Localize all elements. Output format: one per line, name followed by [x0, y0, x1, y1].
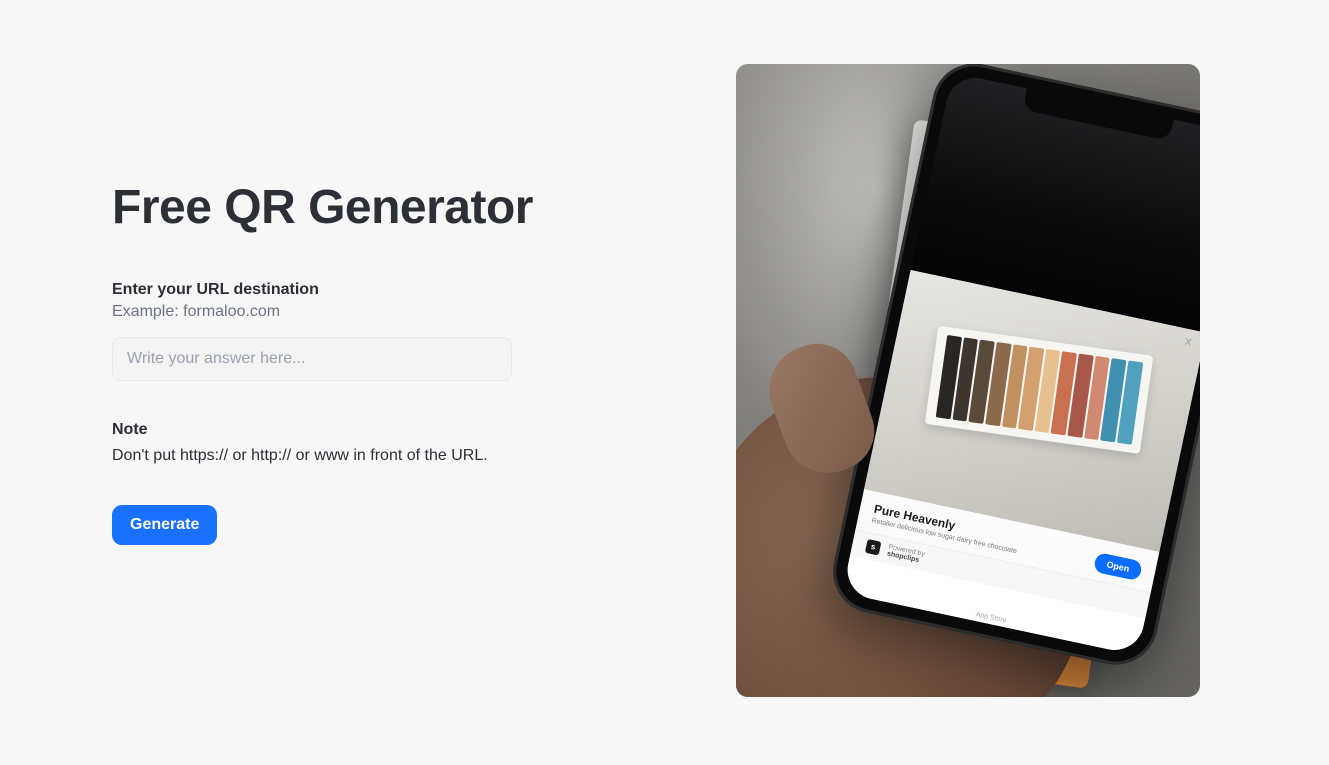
close-icon: X — [1184, 337, 1193, 349]
note-text: Don't put https:// or http:// or www in … — [112, 447, 672, 465]
url-input[interactable] — [112, 337, 512, 381]
form-panel: Free QR Generator Enter your URL destina… — [112, 64, 672, 765]
chocolate-box — [925, 325, 1154, 453]
url-field-example: Example: formaloo.com — [112, 303, 672, 321]
note-block: Note Don't put https:// or http:// or ww… — [112, 421, 672, 465]
url-field-label: Enter your URL destination — [112, 281, 672, 299]
phone-open-button: Open — [1093, 552, 1143, 581]
hero-panel: X Pure Heav — [736, 64, 1200, 765]
main-container: Free QR Generator Enter your URL destina… — [0, 0, 1329, 765]
generate-button[interactable]: Generate — [112, 505, 217, 545]
hero-image: X Pure Heav — [736, 64, 1200, 697]
url-field-group: Enter your URL destination Example: form… — [112, 281, 672, 381]
shopclips-icon: s — [865, 539, 882, 556]
page-title: Free QR Generator — [112, 180, 672, 235]
note-label: Note — [112, 421, 672, 439]
